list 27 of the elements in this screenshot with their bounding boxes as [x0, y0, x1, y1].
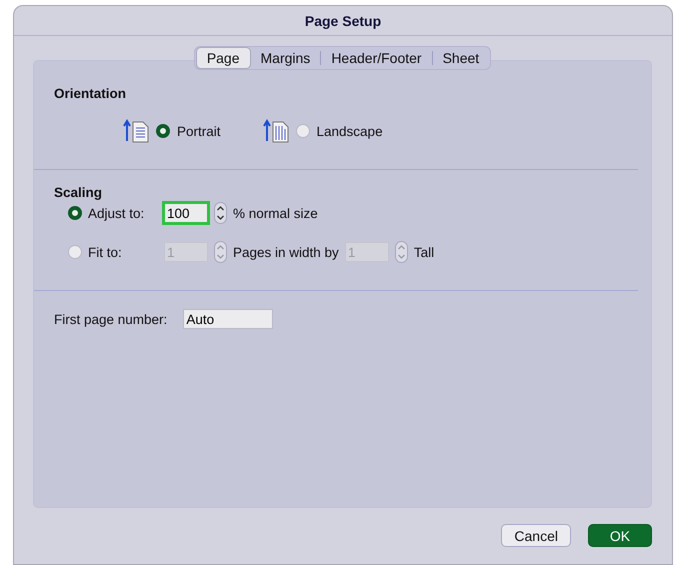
- radio-label: Portrait: [177, 124, 221, 138]
- section-heading: Orientation: [54, 86, 128, 101]
- stepper-icon: [394, 241, 408, 263]
- field-label: Pages in width by: [233, 244, 339, 260]
- window-title: Page Setup: [304, 12, 382, 28]
- field-label: First page number:: [54, 312, 168, 326]
- radio-button[interactable]: [296, 124, 310, 138]
- radio-button[interactable]: [68, 206, 82, 220]
- radio-label: Adjust to:: [88, 206, 146, 220]
- section-heading: Scaling: [54, 185, 104, 200]
- first-page-number-field[interactable]: Auto: [183, 309, 274, 329]
- radio-button[interactable]: [156, 124, 170, 138]
- tab[interactable]: Header/Footer: [321, 48, 432, 68]
- percent-field[interactable]: 100: [162, 201, 210, 225]
- stepper-icon: [214, 241, 227, 263]
- field-label: Tall: [414, 244, 434, 260]
- ok-button[interactable]: OK: [588, 524, 652, 547]
- radio-label: Fit to:: [88, 244, 123, 260]
- landscape-page-icon: [262, 119, 289, 143]
- cancel-button[interactable]: Cancel: [501, 524, 571, 547]
- tab[interactable]: Margins: [250, 48, 320, 68]
- radio-label: Landscape: [316, 124, 383, 138]
- stepper-icon: [214, 202, 227, 224]
- portrait-page-icon: [123, 119, 149, 143]
- field-label: % normal size: [233, 206, 318, 220]
- tab[interactable]: Page: [196, 47, 251, 69]
- tab[interactable]: Sheet: [432, 48, 490, 68]
